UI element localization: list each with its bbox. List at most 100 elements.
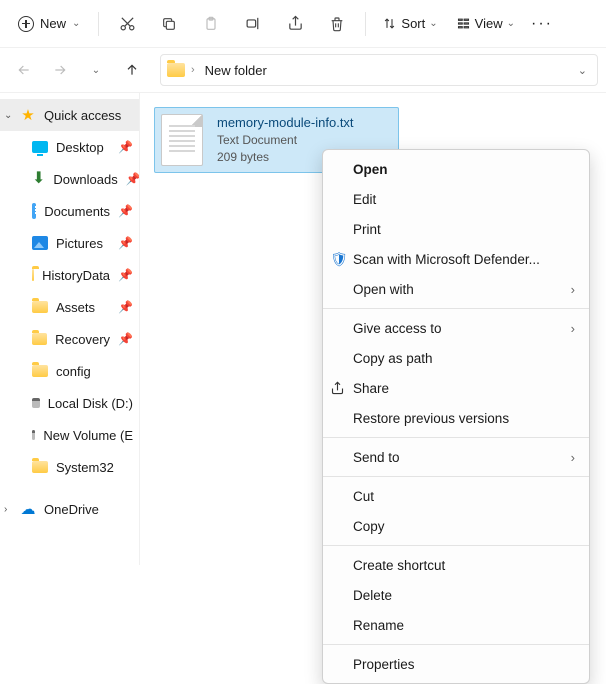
- download-icon: ⬇: [32, 171, 45, 187]
- ctx-copy[interactable]: Copy: [323, 511, 589, 541]
- star-icon: ★: [20, 107, 36, 123]
- new-button[interactable]: New ⌄: [8, 10, 90, 38]
- pin-icon: 📌: [118, 300, 133, 314]
- ctx-label: Properties: [353, 657, 415, 672]
- sidebar-item-label: Desktop: [56, 140, 104, 155]
- ctx-copy-path[interactable]: Copy as path: [323, 343, 589, 373]
- sidebar: ⌄ ★ Quick access Desktop 📌 ⬇ Downloads 📌…: [0, 93, 140, 565]
- separator: [323, 545, 589, 546]
- pin-icon: 📌: [118, 204, 133, 218]
- sidebar-item-new-volume[interactable]: New Volume (E: [0, 419, 139, 451]
- folder-icon: [32, 333, 47, 345]
- chevron-down-icon: ⌄: [507, 18, 515, 29]
- view-label: View: [475, 16, 503, 31]
- document-icon: [32, 203, 36, 219]
- separator: [323, 644, 589, 645]
- pin-icon: 📌: [126, 172, 140, 186]
- sidebar-item-pictures[interactable]: Pictures 📌: [0, 227, 139, 259]
- onedrive-icon: ☁: [20, 501, 36, 517]
- folder-icon: [32, 269, 34, 281]
- sidebar-item-system32[interactable]: System32: [0, 451, 139, 483]
- cut-button[interactable]: [107, 6, 147, 42]
- ctx-open-with[interactable]: Open with ›: [323, 274, 589, 304]
- ctx-send-to[interactable]: Send to ›: [323, 442, 589, 472]
- ctx-delete[interactable]: Delete: [323, 580, 589, 610]
- view-button[interactable]: View ⌄: [448, 12, 523, 35]
- chevron-down-icon[interactable]: ⌄: [4, 110, 12, 121]
- sidebar-label: OneDrive: [44, 502, 99, 517]
- ctx-give-access[interactable]: Give access to ›: [323, 313, 589, 343]
- sidebar-item-label: Recovery: [55, 332, 110, 347]
- ctx-label: Copy: [353, 519, 385, 534]
- rename-button[interactable]: [233, 6, 273, 42]
- sidebar-onedrive[interactable]: › ☁ OneDrive: [0, 493, 139, 525]
- ctx-restore[interactable]: Restore previous versions: [323, 403, 589, 433]
- file-name: memory-module-info.txt: [217, 114, 354, 132]
- sidebar-item-historydata[interactable]: HistoryData 📌: [0, 259, 139, 291]
- ctx-properties[interactable]: Properties: [323, 649, 589, 679]
- folder-icon: [32, 301, 48, 313]
- breadcrumb-item[interactable]: New folder: [201, 61, 271, 80]
- ctx-label: Create shortcut: [353, 558, 445, 573]
- ctx-shortcut[interactable]: Create shortcut: [323, 550, 589, 580]
- sidebar-item-desktop[interactable]: Desktop 📌: [0, 131, 139, 163]
- ctx-rename[interactable]: Rename: [323, 610, 589, 640]
- delete-button[interactable]: [317, 6, 357, 42]
- address-bar[interactable]: › New folder ⌄: [160, 54, 598, 86]
- separator: [365, 12, 366, 36]
- ctx-share[interactable]: Share: [323, 373, 589, 403]
- sidebar-item-label: Local Disk (D:): [48, 396, 133, 411]
- ctx-label: Open: [353, 162, 388, 177]
- sidebar-item-label: Pictures: [56, 236, 103, 251]
- share-button[interactable]: [275, 6, 315, 42]
- disk-icon: [32, 398, 40, 408]
- sidebar-item-documents[interactable]: Documents 📌: [0, 195, 139, 227]
- forward-button[interactable]: [44, 54, 76, 86]
- more-button[interactable]: ···: [525, 15, 559, 33]
- ctx-cut[interactable]: Cut: [323, 481, 589, 511]
- back-button[interactable]: [8, 54, 40, 86]
- ctx-open[interactable]: Open: [323, 154, 589, 184]
- plus-icon: [18, 16, 34, 32]
- chevron-right-icon[interactable]: ›: [4, 504, 7, 515]
- recent-button[interactable]: ⌄: [80, 54, 112, 86]
- ctx-label: Copy as path: [353, 351, 433, 366]
- chevron-down-icon: ⌄: [429, 18, 437, 29]
- separator: [98, 12, 99, 36]
- sidebar-item-label: System32: [56, 460, 114, 475]
- ctx-label: Give access to: [353, 321, 442, 336]
- pin-icon: 📌: [118, 140, 133, 154]
- ctx-label: Rename: [353, 618, 404, 633]
- desktop-icon: [32, 141, 48, 153]
- sidebar-quick-access[interactable]: ⌄ ★ Quick access: [0, 99, 139, 131]
- chevron-down-icon[interactable]: ⌄: [574, 64, 591, 77]
- sidebar-item-assets[interactable]: Assets 📌: [0, 291, 139, 323]
- folder-icon: [32, 365, 48, 377]
- ctx-label: Delete: [353, 588, 392, 603]
- sort-button[interactable]: Sort ⌄: [374, 12, 445, 35]
- paste-button: [191, 6, 231, 42]
- ctx-label: Open with: [353, 282, 414, 297]
- sidebar-item-downloads[interactable]: ⬇ Downloads 📌: [0, 163, 139, 195]
- pin-icon: 📌: [118, 332, 133, 346]
- sidebar-label: Quick access: [44, 108, 121, 123]
- sidebar-item-recovery[interactable]: Recovery 📌: [0, 323, 139, 355]
- copy-button[interactable]: [149, 6, 189, 42]
- sidebar-item-local-disk[interactable]: Local Disk (D:): [0, 387, 139, 419]
- chevron-right-icon: ›: [571, 282, 575, 297]
- shield-icon: 🛡: [330, 251, 348, 268]
- chevron-down-icon: ⌄: [72, 18, 80, 29]
- ctx-label: Print: [353, 222, 381, 237]
- disk-icon: [32, 430, 35, 440]
- up-button[interactable]: [116, 54, 148, 86]
- pin-icon: 📌: [118, 236, 133, 250]
- ctx-print[interactable]: Print: [323, 214, 589, 244]
- ctx-label: Cut: [353, 489, 374, 504]
- sidebar-item-config[interactable]: config: [0, 355, 139, 387]
- sidebar-item-label: Assets: [56, 300, 95, 315]
- ctx-defender[interactable]: 🛡 Scan with Microsoft Defender...: [323, 244, 589, 274]
- context-menu: Open Edit Print 🛡 Scan with Microsoft De…: [322, 149, 590, 684]
- ctx-edit[interactable]: Edit: [323, 184, 589, 214]
- pin-icon: 📌: [118, 268, 133, 282]
- pictures-icon: [32, 236, 48, 250]
